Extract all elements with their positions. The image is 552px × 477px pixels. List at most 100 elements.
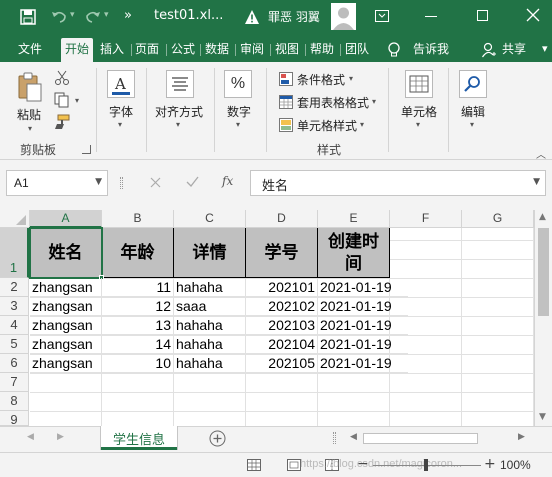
maximize-icon[interactable] (477, 10, 488, 21)
cell-style-button[interactable]: 单元格样式 (297, 117, 357, 134)
name-box[interactable]: A1 ▼ (6, 170, 108, 196)
table-cell[interactable]: 202102 (246, 297, 318, 316)
scroll-left-icon[interactable]: ◀ (350, 432, 357, 442)
percent-icon[interactable]: % (224, 70, 252, 98)
scroll-thumb[interactable] (538, 228, 549, 316)
alignment-dropdown-icon[interactable]: ▾ (176, 120, 180, 129)
formula-bar-grip-icon[interactable] (120, 177, 123, 189)
conditional-format-button[interactable]: 条件格式 (297, 71, 345, 88)
tell-me-search[interactable]: 告诉我 (411, 38, 451, 62)
row-header-7[interactable]: 7 (0, 373, 29, 392)
table-cell[interactable]: 2021-01-19 (318, 297, 408, 316)
row-header-2[interactable]: 2 (0, 278, 29, 297)
lightbulb-icon[interactable] (387, 42, 401, 58)
scroll-right-icon[interactable]: ▶ (518, 432, 525, 442)
format-painter-icon[interactable] (54, 114, 70, 130)
table-cell[interactable]: hahaha (174, 335, 246, 354)
tab-review[interactable]: 审阅 (238, 38, 266, 62)
column-header-d[interactable]: D (246, 210, 318, 228)
row-header-8[interactable]: 8 (0, 392, 29, 411)
formula-input[interactable]: 姓名 ▼ (250, 170, 546, 196)
copy-icon[interactable] (54, 92, 70, 108)
cells-dropdown-icon[interactable]: ▾ (416, 120, 420, 129)
editing-dropdown-icon[interactable]: ▾ (470, 120, 474, 129)
minimize-icon[interactable] (425, 16, 437, 17)
row-header-9[interactable]: 9 (0, 411, 29, 426)
zoom-out-icon[interactable]: − (357, 456, 369, 472)
alignment-button[interactable]: 对齐方式 (155, 103, 203, 120)
table-format-dropdown-icon[interactable]: ▾ (372, 97, 376, 106)
tab-home[interactable]: 开始 (61, 38, 94, 62)
close-icon[interactable] (526, 8, 540, 22)
table-cell[interactable]: zhangsan (30, 297, 102, 316)
column-header-e[interactable]: E (318, 210, 390, 228)
table-format-icon[interactable] (279, 95, 293, 109)
font-dropdown-icon[interactable]: ▾ (118, 120, 122, 129)
insert-function-icon[interactable]: fx (222, 174, 233, 188)
zoom-slider-thumb[interactable] (424, 459, 428, 471)
share-person-icon[interactable] (482, 42, 496, 58)
prev-sheet-icon[interactable]: ◀ (27, 432, 34, 442)
paste-dropdown-icon[interactable]: ▾ (28, 124, 32, 133)
row-header-6[interactable]: 6 (0, 354, 29, 373)
table-cell[interactable]: 202104 (246, 335, 318, 354)
paste-button[interactable]: 粘贴 (17, 106, 41, 123)
table-cell[interactable]: 2021-01-19 (318, 335, 408, 354)
name-box-dropdown-icon[interactable]: ▼ (95, 177, 102, 187)
scroll-up-icon[interactable]: ▲ (539, 212, 546, 222)
table-cell[interactable]: 2021-01-19 (318, 316, 408, 335)
number-button[interactable]: 数字 (227, 103, 251, 120)
table-cell[interactable]: 12 (102, 297, 174, 316)
select-all-corner[interactable] (0, 210, 30, 228)
column-header-c[interactable]: C (174, 210, 246, 228)
alignment-icon[interactable] (166, 70, 194, 98)
header-cell-age[interactable]: 年龄 (102, 228, 174, 278)
vertical-scrollbar[interactable]: ▲ ▼ (534, 210, 552, 426)
table-cell[interactable]: zhangsan (30, 354, 102, 373)
avatar[interactable] (331, 3, 356, 30)
number-dropdown-icon[interactable]: ▾ (236, 120, 240, 129)
table-cell[interactable]: 13 (102, 316, 174, 335)
column-header-f[interactable]: F (390, 210, 462, 228)
table-cell[interactable]: 202103 (246, 316, 318, 335)
cell-style-dropdown-icon[interactable]: ▾ (360, 120, 364, 129)
table-cell[interactable]: hahaha (174, 278, 246, 297)
header-cell-student-id[interactable]: 学号 (246, 228, 318, 278)
column-header-b[interactable]: B (102, 210, 174, 228)
account-name[interactable]: 罪恶 羽翼 (268, 8, 320, 25)
cells-button[interactable]: 单元格 (401, 103, 437, 120)
zoom-slider[interactable] (373, 459, 481, 471)
expand-formula-bar-icon[interactable]: ▼ (533, 177, 540, 187)
clipboard-launcher-icon[interactable] (82, 145, 91, 154)
row-header-4[interactable]: 4 (0, 316, 29, 335)
row-header-1[interactable]: 1 (0, 228, 29, 278)
sheet-tab-students[interactable]: 学生信息 (101, 426, 177, 450)
row-header-5[interactable]: 5 (0, 335, 29, 354)
table-cell[interactable]: 2021-01-19 (318, 354, 408, 373)
redo-icon[interactable] (84, 8, 102, 26)
cut-icon[interactable] (54, 70, 70, 86)
table-cell[interactable]: saaa (174, 297, 246, 316)
table-cell[interactable]: hahaha (174, 316, 246, 335)
tab-split-grip-icon[interactable] (333, 432, 336, 444)
add-sheet-icon[interactable] (209, 430, 226, 447)
row-header-3[interactable]: 3 (0, 297, 29, 316)
cell-style-icon[interactable] (279, 118, 293, 132)
table-cell[interactable]: zhangsan (30, 278, 102, 297)
table-cell[interactable]: zhangsan (30, 316, 102, 335)
horizontal-scroll-thumb[interactable] (363, 433, 478, 444)
zoom-in-icon[interactable]: + (484, 456, 496, 472)
undo-icon[interactable] (50, 8, 68, 26)
conditional-format-icon[interactable] (279, 72, 293, 86)
column-header-g[interactable]: G (462, 210, 534, 228)
normal-view-icon[interactable] (247, 459, 261, 471)
cancel-icon[interactable] (150, 177, 161, 188)
zoom-level[interactable]: 100% (500, 458, 531, 472)
enter-check-icon[interactable] (186, 176, 199, 188)
tab-help[interactable]: 帮助 (308, 38, 336, 62)
table-format-button[interactable]: 套用表格格式 (297, 94, 369, 111)
font-button[interactable]: 字体 (109, 103, 133, 120)
redo-dropdown-icon[interactable]: ▾ (104, 10, 109, 20)
tab-insert[interactable]: 插入 (98, 38, 126, 62)
column-header-a[interactable]: A (30, 210, 102, 228)
